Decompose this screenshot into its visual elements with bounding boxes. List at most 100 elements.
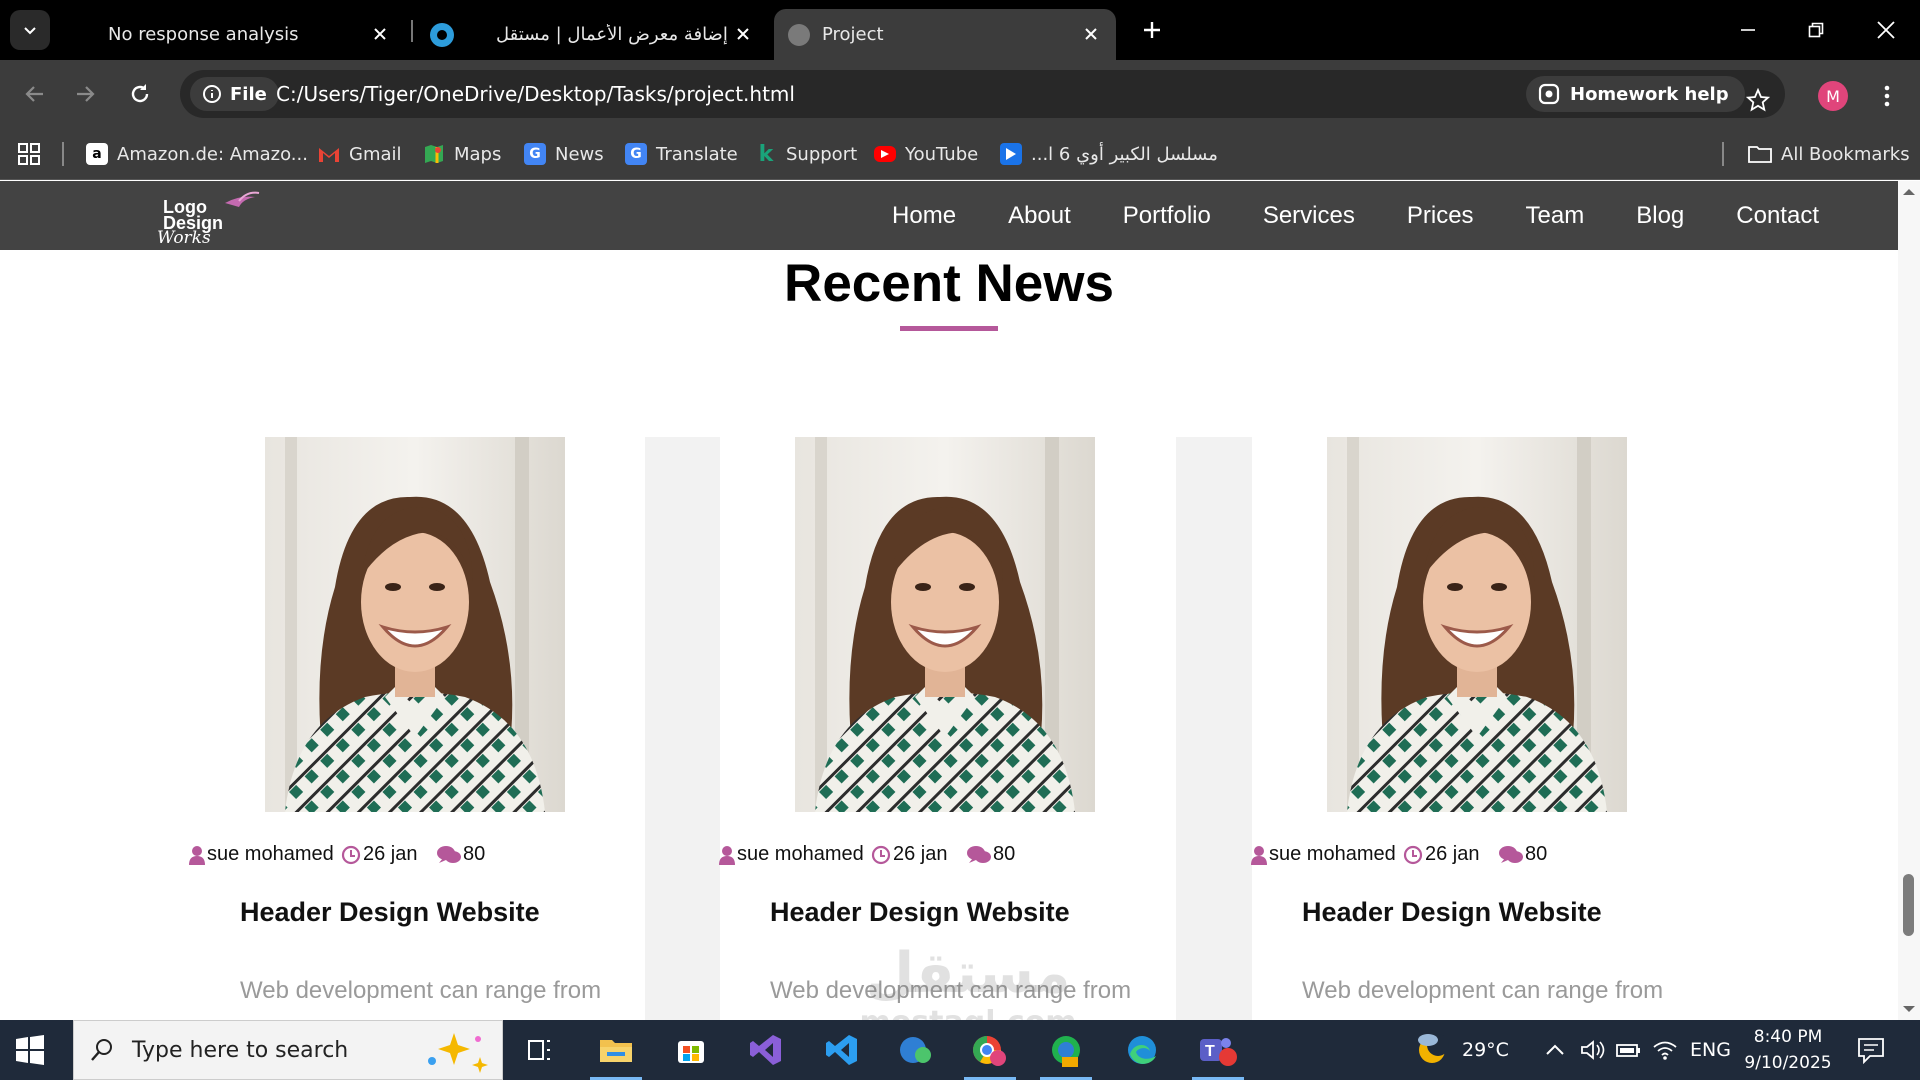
speaker-icon[interactable] [1580,1039,1606,1061]
chevron-up-icon[interactable] [1544,1040,1566,1060]
news-card-heading[interactable]: Header Design Website [240,897,540,928]
site-logo[interactable]: Logo Design Works [155,189,285,243]
address-bar[interactable]: File C:/Users/Tiger/OneDrive/Desktop/Tas… [180,70,1785,118]
bookmark-label: Amazon.de: Amazo... [117,143,308,165]
author: sue mohamed [189,843,334,866]
edge-profile-icon[interactable] [886,1026,946,1074]
amazon-icon: a [86,143,108,165]
bookmark-youtube[interactable]: YouTube [874,139,978,169]
news-card-photo[interactable] [1327,437,1627,812]
restore-button[interactable] [1788,10,1844,50]
chrome-icon[interactable] [960,1026,1020,1080]
tab-project[interactable]: Project [774,9,1116,60]
teams-icon[interactable]: T [1188,1026,1248,1080]
back-button[interactable] [14,74,54,114]
comments: 80 [1499,843,1547,866]
profile-avatar[interactable]: M [1818,81,1848,111]
bookmark-divider [1722,142,1724,166]
language-indicator[interactable]: ENG [1690,1039,1731,1061]
date: 26 jan [871,843,948,866]
tab-no-response-analysis[interactable]: No response analysis [70,9,405,60]
arrow-left-icon [25,86,43,102]
bird-icon [225,196,255,207]
post-date: 26 jan [1425,843,1480,865]
reload-button[interactable] [120,74,160,114]
bookmark-star-button[interactable] [1740,82,1776,118]
windows-start-icon[interactable] [14,1034,46,1066]
bookmark-label: Translate [656,143,738,165]
nav-services[interactable]: Services [1237,181,1381,250]
all-bookmarks-button[interactable]: All Bookmarks [1748,139,1910,169]
apps-button[interactable] [18,139,40,169]
taskbar-clock[interactable]: 8:40 PM 9/10/2025 [1738,1024,1838,1076]
post-date: 26 jan [363,843,418,865]
user-icon [719,845,735,865]
close-window-button[interactable] [1858,10,1914,50]
arrow-right-icon [77,86,95,102]
bookmark-maps[interactable]: Maps [423,139,501,169]
tab-mostaql[interactable]: إضافة معرض الأعمال | مستقل [418,9,768,60]
play-icon [1000,143,1022,165]
tab-search-button[interactable] [10,10,50,50]
site-info-chip[interactable]: File [190,77,279,111]
bookmark-gmail[interactable]: Gmail [318,139,402,169]
info-icon [203,85,221,103]
bookmark-series[interactable]: مسلسل الكبير أوي 6 ا... [1000,139,1218,169]
nav-home[interactable]: Home [866,181,982,250]
file-explorer-icon[interactable] [586,1026,646,1080]
close-tab-icon[interactable] [369,23,391,45]
nav-blog[interactable]: Blog [1610,181,1710,250]
battery-icon[interactable] [1616,1040,1642,1060]
microsoft-store-icon[interactable] [661,1026,721,1074]
scroll-thumb[interactable] [1903,874,1914,936]
bookmark-label: مسلسل الكبير أوي 6 ا... [1031,143,1218,165]
news-card-heading[interactable]: Header Design Website [770,897,1070,928]
taskbar-search-box[interactable]: Type here to search [73,1020,503,1080]
card-gap [645,437,720,1020]
close-tab-icon[interactable] [1080,23,1102,45]
vs-code-icon[interactable] [812,1026,872,1074]
weather-widget[interactable]: 29°C [1414,1020,1509,1080]
author-name: sue mohamed [207,843,334,865]
nav-about[interactable]: About [982,181,1097,250]
bookmark-support[interactable]: k Support [755,139,857,169]
weather-moon-icon [1418,1034,1449,1063]
nav-portfolio[interactable]: Portfolio [1097,181,1237,250]
news-card-meta: sue mohamed 26 jan 80 [1251,843,1687,873]
bookmark-amazon[interactable]: a Amazon.de: Amazo... [86,139,308,169]
visual-studio-icon[interactable] [736,1026,796,1074]
homework-help-label: Homework help [1570,83,1729,105]
news-card-photo[interactable] [265,437,565,812]
clock-icon [1403,845,1423,864]
news-card-heading[interactable]: Header Design Website [1302,897,1602,928]
wifi-icon[interactable] [1652,1039,1678,1061]
homework-help-button[interactable]: Homework help [1526,76,1745,112]
nav-contact[interactable]: Contact [1710,181,1898,250]
comments: 80 [437,843,485,866]
close-tab-icon[interactable] [732,23,754,45]
task-view-icon[interactable] [510,1026,570,1074]
browser-menu-button[interactable] [1872,78,1902,114]
new-tab-button[interactable] [1136,14,1168,46]
minimize-button[interactable] [1720,10,1776,50]
edge-icon[interactable] [1112,1026,1172,1074]
news-card-meta: sue mohamed 26 jan 80 [189,843,625,873]
news-card-meta: sue mohamed 26 jan 80 [719,843,1155,873]
author-name: sue mohamed [1269,843,1396,865]
title-underline [900,326,998,331]
bookmark-news[interactable]: G News [524,139,604,169]
news-card-photo[interactable] [795,437,1095,812]
scroll-down-icon [1903,1006,1915,1012]
card-gap [1176,437,1252,1020]
nav-team[interactable]: Team [1500,181,1611,250]
comment-count: 80 [463,843,486,865]
edge-dev-icon[interactable] [1036,1026,1096,1080]
bookmark-translate[interactable]: G Translate [625,139,738,169]
notification-icon[interactable] [1856,1036,1886,1064]
forward-button[interactable] [66,74,106,114]
globe-icon [788,23,810,46]
system-tray: ENG [1544,1020,1731,1080]
url-text[interactable]: C:/Users/Tiger/OneDrive/Desktop/Tasks/pr… [276,82,795,106]
nav-prices[interactable]: Prices [1381,181,1500,250]
page-scrollbar[interactable] [1898,181,1920,1020]
